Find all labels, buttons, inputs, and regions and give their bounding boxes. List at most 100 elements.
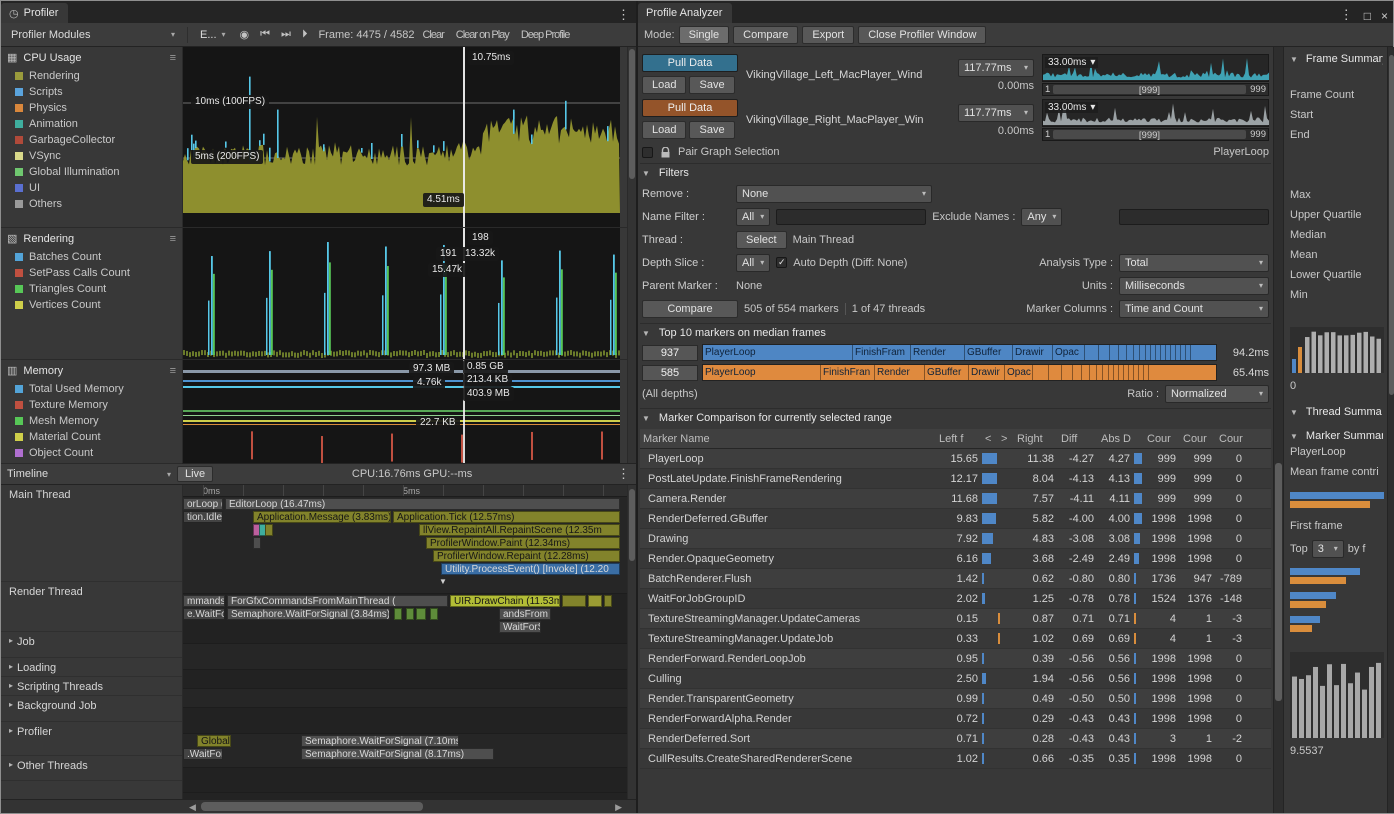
name-filter-scope-dropdown[interactable]: All▾	[736, 208, 770, 226]
pull-data-button[interactable]: Pull Data	[642, 99, 738, 117]
module-header-cpu-usage[interactable]: ▦CPU Usage≡	[1, 47, 182, 68]
export-button[interactable]: Export	[802, 26, 854, 44]
marker-segment-opac[interactable]: Opac	[1005, 365, 1033, 380]
timeline-span[interactable]: ProfilerWindow.Paint (12.34ms)	[426, 537, 620, 549]
marker-segment[interactable]	[1073, 365, 1082, 380]
thread-label-main-thread[interactable]: Main Thread	[1, 485, 182, 582]
timeline-span[interactable]: GlobalP	[197, 735, 231, 747]
table-row[interactable]: RenderForwardAlpha.Render0.720.29-0.430.…	[640, 709, 1271, 729]
maximize-icon[interactable]: □	[1359, 9, 1376, 23]
remove-dropdown[interactable]: None▾	[736, 185, 932, 203]
table-vertical-scrollbar[interactable]	[1273, 47, 1283, 813]
track-profiler[interactable]: GlobalP Semaphore.WaitForSignal (7.10ms).…	[183, 734, 627, 768]
legend-item-vsync[interactable]: VSync	[1, 148, 182, 164]
table-row[interactable]: BatchRenderer.Flush1.420.62-0.800.801736…	[640, 569, 1271, 589]
column-header[interactable]: Right	[1014, 433, 1058, 445]
deep-profile-button[interactable]: Deep Profile	[517, 29, 574, 41]
column-header[interactable]: Diff	[1058, 433, 1098, 445]
timeline-span[interactable]: llView.RepaintAll.RepaintScene (12.35m	[419, 524, 620, 536]
module-header-rendering[interactable]: ▧Rendering≡	[1, 228, 182, 249]
units-dropdown[interactable]: Milliseconds▾	[1119, 277, 1269, 295]
profiler-modules-dropdown[interactable]: Profiler Modules▾	[5, 23, 181, 46]
legend-item-material-count[interactable]: Material Count	[1, 429, 182, 445]
legend-item-physics[interactable]: Physics	[1, 100, 182, 116]
pull-data-button[interactable]: Pull Data	[642, 54, 738, 72]
timeline-span[interactable]: tion.Idle (1	[183, 511, 223, 523]
legend-item-object-count[interactable]: Object Count	[1, 445, 182, 461]
clear-on-play-button[interactable]: Clear on Play	[452, 29, 513, 41]
track-background-job[interactable]	[183, 708, 627, 734]
table-row[interactable]: PostLateUpdate.FinishFrameRendering12.17…	[640, 469, 1271, 489]
analysis-type-dropdown[interactable]: Total▾	[1119, 254, 1269, 272]
timeline-span[interactable]: Semaphore.WaitForSignal (7.10ms)	[301, 735, 459, 747]
name-filter-input[interactable]	[776, 209, 926, 225]
legend-item-mesh-memory[interactable]: Mesh Memory	[1, 413, 182, 429]
frame-range-slider[interactable]: 1[999]999	[1042, 128, 1269, 141]
top-n-dropdown[interactable]: 3▾	[1312, 540, 1344, 558]
thread-label-render-thread[interactable]: Render Thread	[1, 582, 182, 632]
table-row[interactable]: CullResults.CreateSharedRendererScene1.0…	[640, 749, 1271, 769]
marker-segment[interactable]	[1110, 345, 1119, 360]
module-header-memory[interactable]: ▥Memory≡	[1, 360, 182, 381]
close-icon[interactable]: ×	[1376, 9, 1393, 23]
legend-item-setpass-calls-count[interactable]: SetPass Calls Count	[1, 265, 182, 281]
timeline-span[interactable]: mmandsFromMa	[183, 595, 225, 607]
legend-item-texture-memory[interactable]: Texture Memory	[1, 397, 182, 413]
column-header[interactable]: Abs D	[1098, 433, 1134, 445]
peak-value-label[interactable]: 33.00ms▾	[1045, 57, 1098, 68]
track-main-thread[interactable]: orLoop (1.6EditorLoop (16.47ms)tion.Idle…	[183, 497, 627, 594]
legend-item-vertices-count[interactable]: Vertices Count	[1, 297, 182, 313]
column-header[interactable]: <	[982, 433, 998, 445]
exclude-scope-dropdown[interactable]: Any▾	[1021, 208, 1062, 226]
scroll-left-icon[interactable]: ◀	[189, 802, 196, 813]
timeline-span[interactable]	[604, 595, 612, 607]
track-scripting-threads[interactable]	[183, 689, 627, 708]
timeline-span[interactable]: Semaphore.WaitForSignal (3.84ms)	[227, 608, 390, 620]
first-frame-button[interactable]: ⏮	[256, 28, 273, 41]
marker-segment-finishfran[interactable]: FinishFran	[821, 365, 875, 380]
load-button[interactable]: Load	[642, 76, 686, 94]
slider-selection[interactable]: [999]	[1053, 85, 1246, 94]
frame-index[interactable]: 937	[642, 345, 698, 361]
depth-slice-dropdown[interactable]: All▾	[736, 254, 770, 272]
marker-segment-playerloop[interactable]: PlayerLoop	[703, 345, 853, 360]
table-row[interactable]: Drawing7.924.83-3.083.08199819980	[640, 529, 1271, 549]
timeline-span[interactable]	[416, 608, 426, 620]
thread-label-job[interactable]: ▸Job	[1, 632, 182, 658]
top10-row-frame-585[interactable]: 585PlayerLoopFinishFranRenderGBufferDraw…	[642, 363, 1269, 382]
thread-label-background-job[interactable]: ▸Background Job	[1, 696, 182, 722]
marker-segment-render[interactable]: Render	[911, 345, 965, 360]
column-header[interactable]: Cour	[1216, 433, 1246, 445]
profiler-kebab-menu-icon[interactable]: ⋮	[611, 7, 636, 23]
cpu-chart[interactable]: 10ms (100FPS) 5ms (200FPS) 10.75ms 4.51m…	[183, 47, 627, 228]
marker-segment-render[interactable]: Render	[875, 365, 925, 380]
top10-row-frame-937[interactable]: 937PlayerLoopFinishFramRenderGBufferDraw…	[642, 343, 1269, 362]
legend-item-animation[interactable]: Animation	[1, 116, 182, 132]
marker-segment-drawir[interactable]: Drawir	[969, 365, 1005, 380]
timeline-span[interactable]: Utility.ProcessEvent() [Invoke] (12.20	[441, 563, 620, 575]
table-row[interactable]: Camera.Render11.687.57-4.114.119999990	[640, 489, 1271, 509]
range-max-dropdown[interactable]: 117.77ms▾	[958, 104, 1034, 122]
timeline-span[interactable]: .WaitForSign	[183, 748, 223, 760]
timeline-span[interactable]	[588, 595, 602, 607]
table-row[interactable]: RenderForward.RenderLoopJob0.950.39-0.56…	[640, 649, 1271, 669]
column-header[interactable]: Marker Name	[640, 433, 936, 445]
scroll-right-icon[interactable]: ▶	[615, 802, 622, 813]
timeline-span[interactable]: Application.Message (3.83ms)	[253, 511, 391, 523]
thread-select-button[interactable]: Select	[736, 231, 787, 249]
legend-item-ui[interactable]: UI	[1, 180, 182, 196]
table-row[interactable]: RenderDeferred.Sort0.710.28-0.430.4331-2	[640, 729, 1271, 749]
legend-item-total-used-memory[interactable]: Total Used Memory	[1, 381, 182, 397]
timeline-span[interactable]: UIR.DrawChain (11.53ms)	[450, 595, 560, 607]
filters-header[interactable]: ▼ Filters	[640, 163, 1271, 182]
timeline-span[interactable]	[394, 608, 402, 620]
marker-segment[interactable]	[1082, 365, 1090, 380]
timeline-span[interactable]	[562, 595, 586, 607]
pair-graph-checkbox[interactable]	[642, 147, 653, 158]
auto-depth-checkbox[interactable]: ✓	[776, 257, 787, 268]
legend-item-triangles-count[interactable]: Triangles Count	[1, 281, 182, 297]
table-header[interactable]: Marker NameLeft f<>RightDiffAbs DCourCou…	[640, 429, 1271, 449]
timeline-view-dropdown[interactable]: Timeline▾	[1, 464, 177, 484]
marker-segment-finishfram[interactable]: FinishFram	[853, 345, 911, 360]
column-header[interactable]: Cour	[1144, 433, 1180, 445]
